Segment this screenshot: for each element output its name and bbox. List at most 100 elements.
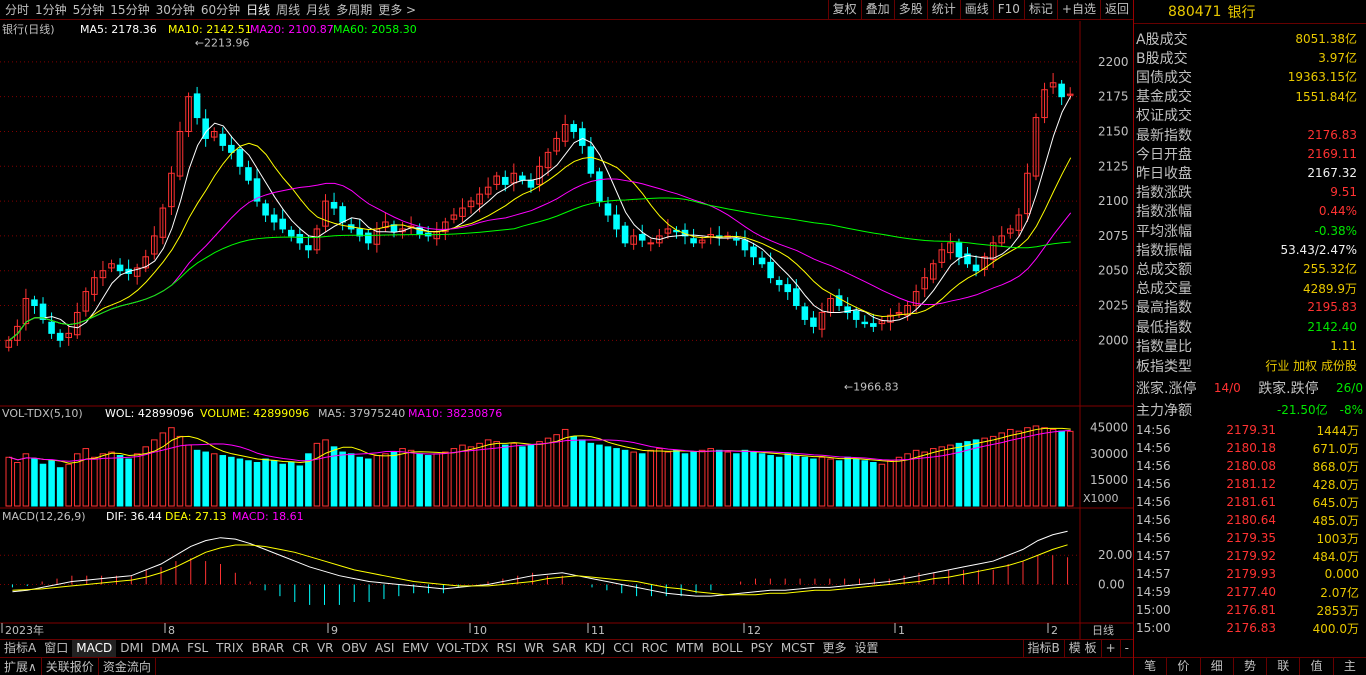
indicator-tab-5[interactable]: FSL	[183, 640, 212, 658]
indicator-tab-17[interactable]: KDJ	[581, 640, 610, 658]
toolbar-button-4[interactable]: 画线	[959, 0, 993, 20]
panel-tab-0[interactable]: 笔	[1134, 658, 1168, 675]
dea-line	[12, 544, 1068, 596]
period-tab-8[interactable]: 月线	[303, 1, 333, 18]
indicator-tab-9[interactable]: VR	[313, 640, 338, 658]
toolbar-button-3[interactable]: 统计	[926, 0, 960, 20]
period-tab-1[interactable]: 1分钟	[32, 1, 70, 18]
indicator-tab-23[interactable]: MCST	[777, 640, 819, 658]
indicator-tab-3[interactable]: DMI	[116, 640, 147, 658]
quote-value: 2176.83	[1307, 127, 1357, 142]
period-tab-5[interactable]: 60分钟	[198, 1, 243, 18]
indicator-right-0[interactable]: 指标B	[1022, 639, 1064, 658]
period-tab-0[interactable]: 分时	[2, 1, 32, 18]
price-tick: 2075	[1098, 229, 1129, 243]
volume-bar	[570, 435, 578, 507]
indicator-tab-0[interactable]: 指标A	[0, 640, 40, 658]
period-tab-6[interactable]: 日线	[243, 1, 273, 18]
candle	[296, 234, 304, 244]
toolbar-button-8[interactable]: 返回	[1099, 0, 1133, 20]
date-label: 2	[1051, 624, 1058, 637]
toolbar-button-0[interactable]: 复权	[827, 0, 861, 20]
quote-value: -0.38%	[1314, 223, 1357, 238]
period-tab-4[interactable]: 30分钟	[153, 1, 198, 18]
indicator-tab-2[interactable]: MACD	[72, 639, 117, 658]
price-tick: 2100	[1098, 194, 1129, 208]
ext-tab-2[interactable]: 资金流向	[99, 658, 156, 675]
indicator-tab-19[interactable]: ROC	[638, 640, 672, 658]
period-tab-2[interactable]: 5分钟	[70, 1, 108, 18]
panel-tab-4[interactable]: 联	[1267, 658, 1301, 675]
candle	[750, 246, 757, 258]
candle	[219, 133, 227, 146]
toolbar-button-6[interactable]: 标记	[1023, 0, 1057, 20]
indicator-tab-18[interactable]: CCI	[609, 640, 637, 658]
quote-row: 基金成交 1551.84亿	[1134, 87, 1366, 106]
indicator-tab-16[interactable]: SAR	[548, 640, 580, 658]
up-limit-value: 14/0	[1213, 380, 1241, 395]
tick-price: 2180.08	[1226, 459, 1276, 473]
indicator-tab-24[interactable]: 更多	[819, 640, 851, 658]
toolbar-button-2[interactable]: 多股	[893, 0, 927, 20]
price-tick: 2050	[1098, 264, 1129, 278]
candle	[775, 279, 783, 286]
panel-tab-3[interactable]: 势	[1234, 658, 1268, 675]
indicator-tab-6[interactable]: TRIX	[212, 640, 247, 658]
indicator-right-1[interactable]: 模 板	[1063, 639, 1101, 658]
indicator-tab-10[interactable]: OBV	[338, 640, 372, 658]
period-tab-7[interactable]: 周线	[273, 1, 303, 18]
indicator-tab-21[interactable]: BOLL	[708, 640, 747, 658]
panel-tab-5[interactable]: 值	[1300, 658, 1334, 675]
indicator-right-2[interactable]: +	[1100, 639, 1120, 658]
toolbar-button-7[interactable]: +自选	[1056, 0, 1100, 20]
indicator-tab-4[interactable]: DMA	[147, 640, 183, 658]
period-tab-9[interactable]: 多周期	[333, 1, 375, 18]
indicator-tab-7[interactable]: BRAR	[248, 640, 289, 658]
indicator-tab-20[interactable]: MTM	[672, 640, 708, 658]
quote-value: 19363.15亿	[1287, 70, 1357, 85]
tick-time: 14:56	[1136, 459, 1171, 473]
ma5-line	[8, 95, 1072, 341]
tick-volume: 1003万	[1316, 531, 1359, 546]
tick-time: 14:56	[1136, 477, 1171, 491]
indicator-tab-22[interactable]: PSY	[747, 640, 777, 658]
indicator-tab-12[interactable]: EMV	[398, 640, 432, 658]
ext-tab-0[interactable]: 扩展∧	[0, 658, 42, 675]
indicator-tab-11[interactable]: ASI	[371, 640, 398, 658]
top-toolbar: 分时 1分钟 5分钟 15分钟 30分钟 60分钟 日线 周线 月线 多周期 更多 > 复权 叠加 多股…	[0, 0, 1133, 20]
tick-time: 14:57	[1136, 549, 1171, 563]
indicator-right-3[interactable]: -	[1119, 639, 1133, 658]
tick-row: 14:56 2181.12 428.0万	[1134, 475, 1366, 493]
toolbar-button-5[interactable]: F10	[992, 0, 1024, 20]
tick-row: 14:56 2181.61 645.0万	[1134, 493, 1366, 511]
volume-bar	[236, 458, 244, 507]
volume-bar	[707, 448, 714, 507]
ext-tab-1[interactable]: 关联报价	[42, 658, 99, 675]
period-tab-10[interactable]: 更多 >	[375, 1, 419, 18]
volume-bar	[835, 460, 843, 507]
period-tab-3[interactable]: 15分钟	[107, 1, 152, 18]
panel-tab-6[interactable]: 主	[1334, 658, 1366, 675]
candle	[784, 284, 792, 293]
panel-tab-1[interactable]: 价	[1167, 658, 1201, 675]
main-fund-row: 主力净额 -21.50亿 -8%	[1134, 400, 1366, 419]
volume-bar	[99, 453, 107, 507]
candle	[793, 288, 800, 307]
indicator-tab-1[interactable]: 窗口	[40, 640, 72, 658]
indicator-tab-25[interactable]: 设置	[851, 640, 883, 658]
indicator-tab-8[interactable]: CR	[288, 640, 313, 658]
price-tick: 2125	[1098, 159, 1129, 173]
date-label: 12	[747, 624, 761, 637]
panel-tab-2[interactable]: 细	[1201, 658, 1234, 675]
chart-area[interactable]: 2200 2175 2150 2125 2100 2075 2050 2025 2000 ←221…	[0, 21, 1133, 641]
volume-bar	[356, 456, 364, 507]
max-marker: ←2213.96	[195, 36, 250, 49]
kline-chart[interactable]: 2200 2175 2150 2125 2100 2075 2050 2025 2000 ←221…	[0, 21, 1133, 639]
indicator-tab-15[interactable]: WR	[520, 640, 548, 658]
quote-label: B股成交	[1136, 50, 1188, 67]
indicator-tab-14[interactable]: RSI	[493, 640, 521, 658]
volume-bar	[493, 441, 500, 507]
board-type-value[interactable]: 行业 加权 成份股	[1265, 357, 1357, 374]
indicator-tab-13[interactable]: VOL-TDX	[433, 640, 493, 658]
toolbar-button-1[interactable]: 叠加	[860, 0, 894, 20]
